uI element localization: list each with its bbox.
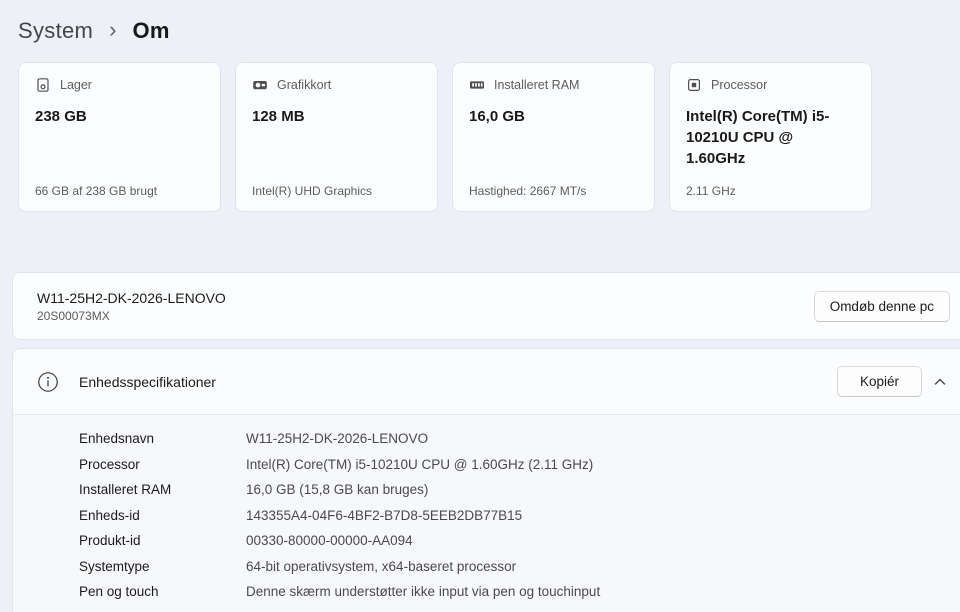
breadcrumb: System › Om	[0, 0, 960, 50]
card-value: Intel(R) Core(TM) i5-10210U CPU @ 1.60GH…	[686, 106, 855, 169]
spec-value: 64-bit operativsystem, x64-baseret proce…	[246, 559, 516, 574]
spec-label: Produkt-id	[79, 533, 246, 548]
device-specifications-header[interactable]: Enhedsspecifikationer Kopiér	[13, 349, 960, 414]
storage-icon	[35, 77, 51, 93]
summary-card-storage: Lager 238 GB 66 GB af 238 GB brugt	[18, 62, 221, 212]
spec-table: Enhedsnavn W11-25H2-DK-2026-LENOVO Proce…	[13, 414, 960, 612]
ram-icon	[469, 77, 485, 93]
spec-row-system-type: Systemtype 64-bit operativsystem, x64-ba…	[79, 554, 960, 580]
device-model: 20S00073MX	[37, 309, 226, 323]
card-header: Lager	[35, 77, 204, 93]
page-title: Om	[132, 18, 169, 44]
section-title: Enhedsspecifikationer	[79, 374, 216, 390]
card-detail: 2.11 GHz	[686, 184, 855, 198]
device-name-block: W11-25H2-DK-2026-LENOVO 20S00073MX	[37, 290, 226, 323]
card-header: Processor	[686, 77, 855, 93]
spec-row-device-name: Enhedsnavn W11-25H2-DK-2026-LENOVO	[79, 426, 960, 452]
card-value: 238 GB	[35, 106, 204, 127]
spec-value: 16,0 GB (15,8 GB kan bruges)	[246, 482, 428, 497]
summary-card-processor: Processor Intel(R) Core(TM) i5-10210U CP…	[669, 62, 872, 212]
card-label: Processor	[711, 78, 767, 92]
breadcrumb-system[interactable]: System	[18, 18, 93, 44]
card-label: Installeret RAM	[494, 78, 579, 92]
spec-row-processor: Processor Intel(R) Core(TM) i5-10210U CP…	[79, 452, 960, 478]
spec-row-device-id: Enheds-id 143355A4-04F6-4BF2-B7D8-5EEB2D…	[79, 503, 960, 529]
rename-pc-button[interactable]: Omdøb denne pc	[814, 291, 950, 322]
spec-value: W11-25H2-DK-2026-LENOVO	[246, 431, 428, 446]
card-label: Grafikkort	[277, 78, 331, 92]
card-header: Grafikkort	[252, 77, 421, 93]
card-detail: 66 GB af 238 GB brugt	[35, 184, 204, 198]
gpu-icon	[252, 77, 268, 93]
spec-label: Systemtype	[79, 559, 246, 574]
spec-row-ram: Installeret RAM 16,0 GB (15,8 GB kan bru…	[79, 477, 960, 503]
spec-value: Denne skærm understøtter ikke input via …	[246, 584, 600, 599]
spec-label: Installeret RAM	[79, 482, 246, 497]
cpu-icon	[686, 77, 702, 93]
spec-value: 143355A4-04F6-4BF2-B7D8-5EEB2DB77B15	[246, 508, 522, 523]
card-value: 128 MB	[252, 106, 421, 127]
spec-value: Intel(R) Core(TM) i5-10210U CPU @ 1.60GH…	[246, 457, 593, 472]
chevron-up-icon[interactable]	[926, 368, 954, 396]
spec-label: Enhedsnavn	[79, 431, 246, 446]
card-value: 16,0 GB	[469, 106, 638, 127]
card-label: Lager	[60, 78, 92, 92]
summary-cards: Lager 238 GB 66 GB af 238 GB brugt Grafi…	[18, 62, 960, 212]
card-detail: Intel(R) UHD Graphics	[252, 184, 421, 198]
breadcrumb-chevron-icon: ›	[109, 17, 116, 43]
device-specifications-section: Enhedsspecifikationer Kopiér Enhedsnavn …	[12, 348, 960, 612]
device-name-card: W11-25H2-DK-2026-LENOVO 20S00073MX Omdøb…	[12, 272, 960, 340]
spec-value: 00330-80000-00000-AA094	[246, 533, 413, 548]
summary-card-graphics: Grafikkort 128 MB Intel(R) UHD Graphics	[235, 62, 438, 212]
spec-row-pen-touch: Pen og touch Denne skærm understøtter ik…	[79, 579, 960, 605]
spec-label: Processor	[79, 457, 246, 472]
device-name: W11-25H2-DK-2026-LENOVO	[37, 290, 226, 306]
copy-button[interactable]: Kopiér	[837, 366, 922, 397]
card-header: Installeret RAM	[469, 77, 638, 93]
spec-label: Pen og touch	[79, 584, 246, 599]
spec-row-product-id: Produkt-id 00330-80000-00000-AA094	[79, 528, 960, 554]
info-icon	[37, 371, 59, 393]
settings-about-page: System › Om Lager 238 GB 66 GB af 238 GB…	[0, 0, 960, 612]
card-detail: Hastighed: 2667 MT/s	[469, 184, 638, 198]
summary-card-ram: Installeret RAM 16,0 GB Hastighed: 2667 …	[452, 62, 655, 212]
spec-label: Enheds-id	[79, 508, 246, 523]
